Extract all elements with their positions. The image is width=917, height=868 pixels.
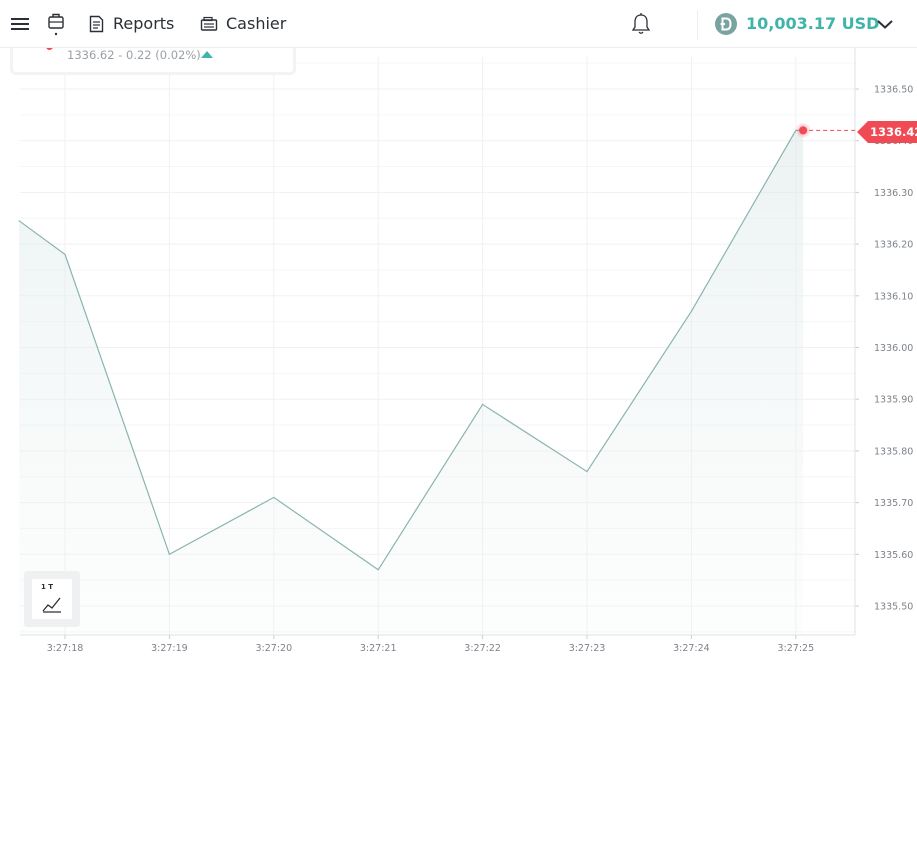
x-tick-label: 3:27:20 [255, 643, 292, 654]
price-up-arrow-icon [201, 51, 213, 58]
y-tick-label: 1335.50 [874, 602, 913, 613]
nav-reports[interactable]: Reports [88, 0, 174, 47]
chevron-down-icon[interactable] [876, 0, 894, 47]
nav-reports-label: Reports [113, 14, 175, 33]
y-tick-label: 1335.80 [874, 446, 913, 457]
menu-icon[interactable] [10, 0, 30, 47]
top-bar: Reports Cashier 10,003.17 USD [0, 0, 917, 48]
current-price-tag: 1336.42 [868, 121, 917, 143]
chart-timeframe-label: 1 T [41, 583, 54, 591]
price-point [482, 403, 484, 405]
y-tick-label: 1335.60 [874, 550, 913, 561]
currency-icon [715, 12, 737, 35]
balance-selector[interactable]: 10,003.17 USD [714, 0, 879, 47]
y-tick-label: 1336.10 [874, 291, 913, 302]
price-point [273, 496, 275, 499]
price-point [18, 220, 20, 222]
price-point [168, 553, 170, 555]
x-tick-label: 3:27:18 [47, 643, 84, 654]
x-tick-label: 3:27:25 [777, 643, 814, 654]
area-chart-icon [42, 597, 61, 613]
nav-cashier[interactable]: Cashier [200, 0, 286, 47]
price-point [64, 253, 66, 256]
balance-amount: 10,003.17 USD [746, 14, 880, 33]
x-tick-label: 3:27:23 [569, 643, 606, 654]
nav-cashier-label: Cashier [226, 14, 287, 33]
price-area-fill [19, 130, 804, 635]
chart-type-button[interactable]: 1 T [24, 571, 80, 627]
reports-icon [89, 15, 104, 32]
x-tick-label: 3:27:22 [464, 643, 501, 654]
cashier-icon [200, 16, 218, 31]
asset-quote-text: 1336.62 - 0.22 (0.02%) [67, 48, 201, 62]
y-tick-label: 1335.90 [874, 395, 913, 406]
current-price-tag-pointer [857, 121, 868, 143]
y-tick-label: 1336.30 [874, 188, 913, 199]
current-price-dot [799, 126, 808, 135]
x-tick-label: 3:27:19 [151, 643, 188, 654]
y-tick-label: 1336.20 [874, 240, 913, 251]
price-point [690, 310, 693, 312]
x-tick-label: 3:27:21 [360, 643, 397, 654]
y-tick-label: 1336.00 [874, 343, 913, 354]
y-tick-label: 1335.70 [874, 498, 913, 509]
price-point [377, 569, 379, 571]
briefcase-icon[interactable] [46, 0, 68, 47]
price-point [586, 470, 588, 473]
x-tick-label: 3:27:24 [673, 643, 710, 654]
bell-icon[interactable] [630, 0, 652, 47]
chart-type-button-face: 1 T [32, 579, 72, 619]
price-chart[interactable]: 1335.50 1335.60 1335.70 1335.80 1335.90 1336.… [0, 47, 917, 667]
header-divider [697, 10, 698, 40]
y-tick-label: 1336.50 [874, 85, 913, 96]
